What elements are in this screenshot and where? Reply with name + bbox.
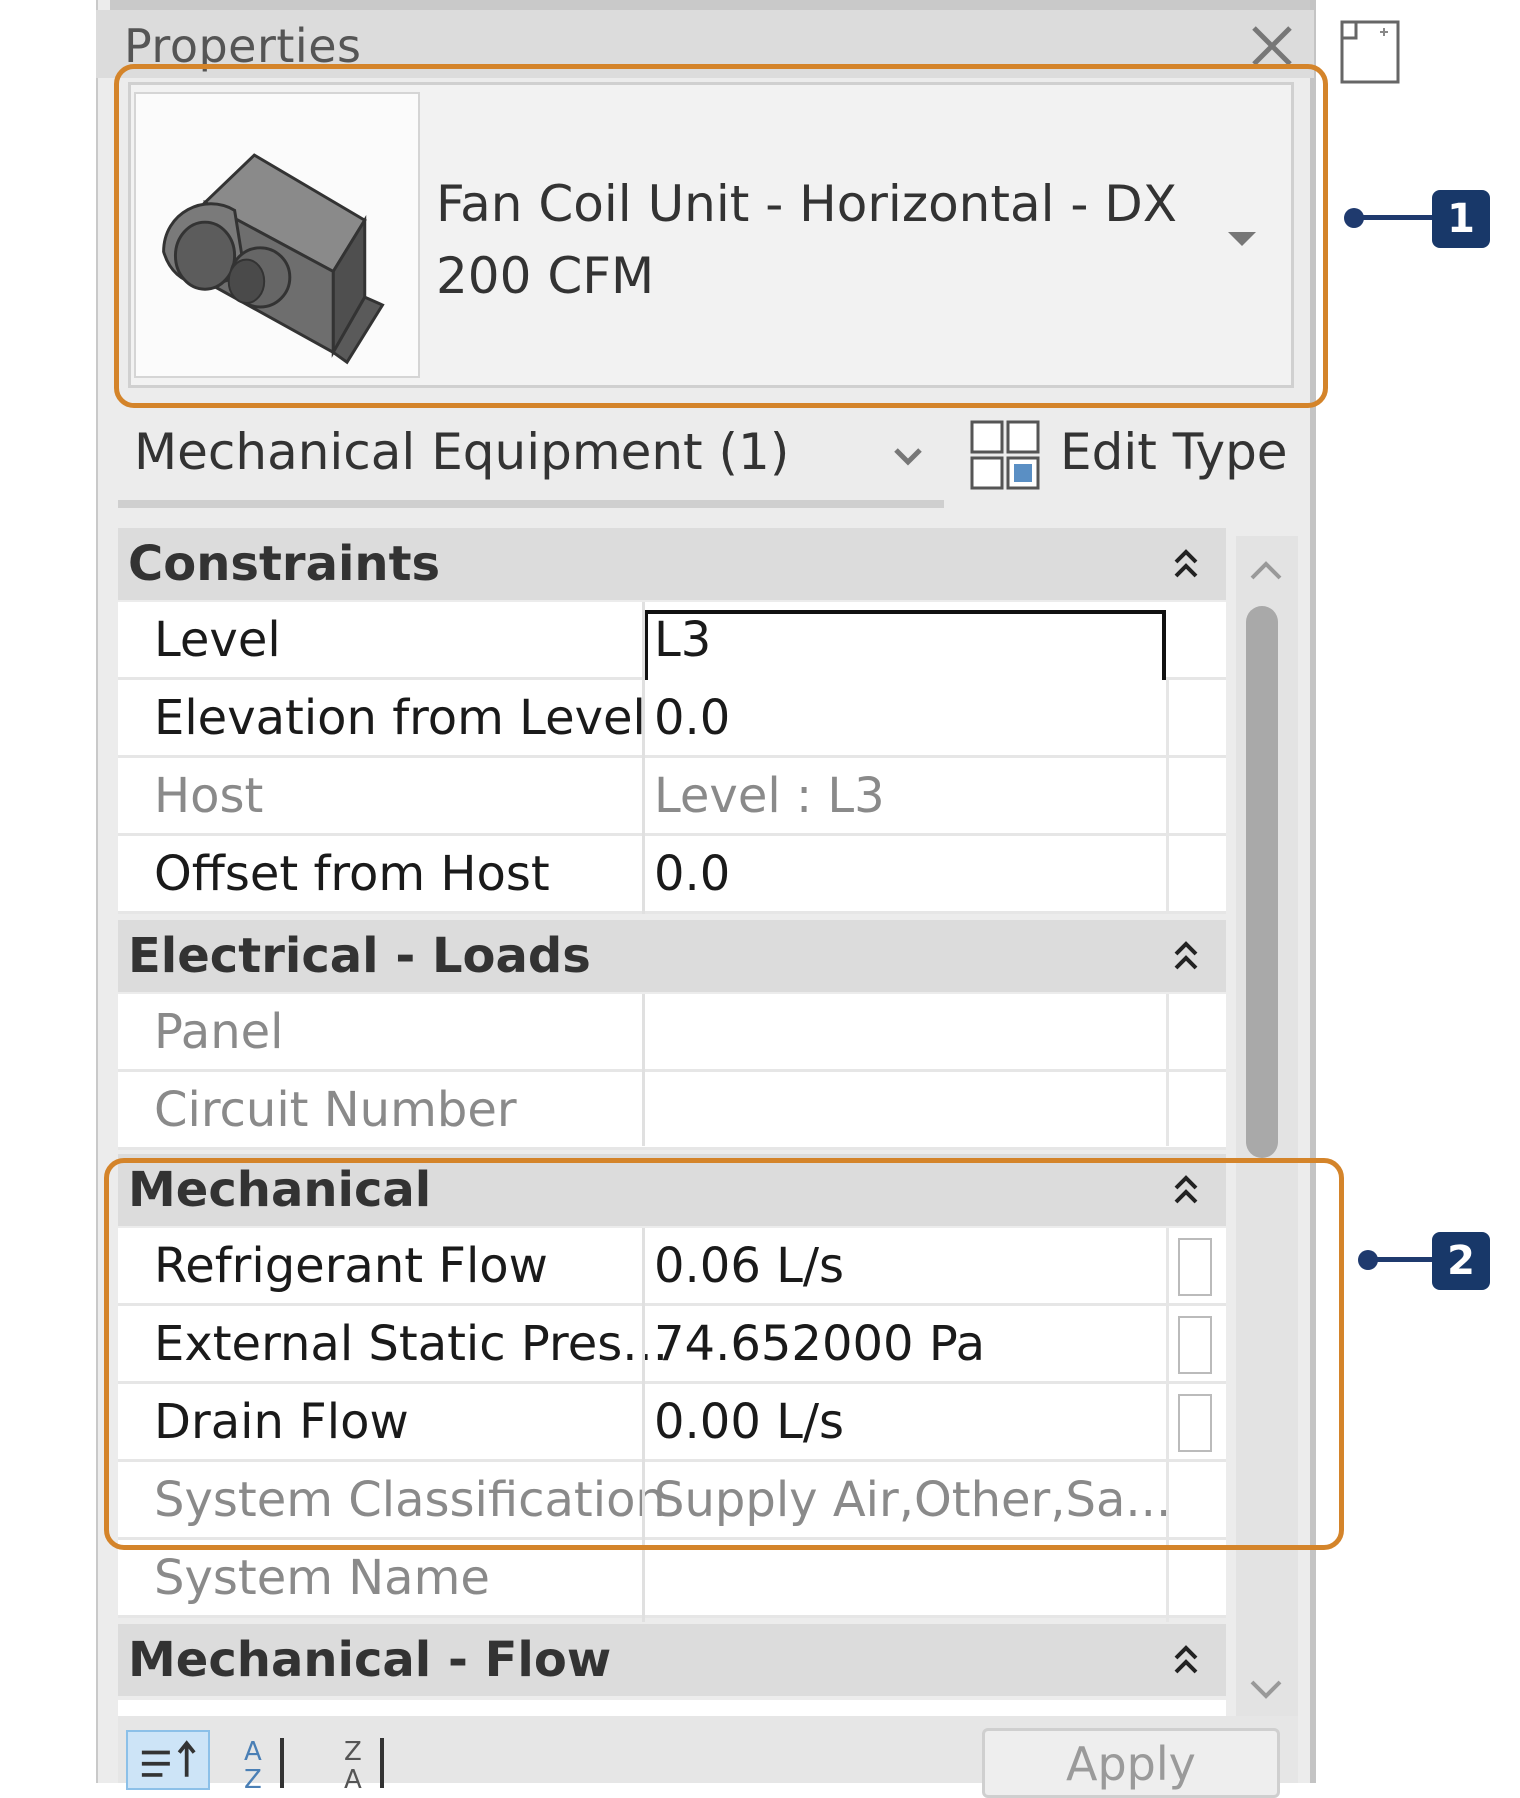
column-divider bbox=[1166, 680, 1169, 914]
property-row bbox=[118, 994, 1226, 1072]
collapse-group-icon[interactable] bbox=[1166, 544, 1206, 584]
apply-label: Apply bbox=[1066, 1737, 1196, 1791]
edit-type-icon bbox=[968, 418, 1042, 492]
sort-a-to-z-icon[interactable]: AZ bbox=[236, 1730, 306, 1795]
group-label: Constraints bbox=[128, 536, 441, 592]
category-filter[interactable]: Mechanical Equipment (1) bbox=[134, 420, 789, 484]
property-value[interactable]: 0.0 bbox=[654, 836, 730, 912]
annotation-badge-1: 1 bbox=[1432, 190, 1490, 248]
property-name: Offset from Host bbox=[154, 846, 550, 902]
property-name: Panel bbox=[154, 1004, 284, 1060]
column-divider bbox=[642, 602, 645, 914]
group-label: Mechanical - Flow bbox=[128, 1632, 612, 1688]
property-name: System Name bbox=[154, 1550, 490, 1606]
collapse-group-icon[interactable] bbox=[1166, 1640, 1206, 1680]
chevron-down-icon[interactable] bbox=[888, 436, 928, 476]
scroll-up-icon[interactable] bbox=[1244, 548, 1288, 592]
level-value-field[interactable] bbox=[644, 610, 1166, 684]
scrollbar-thumb[interactable] bbox=[1246, 606, 1278, 1158]
sort-by-group-icon[interactable] bbox=[126, 1730, 210, 1790]
annotation-box-1 bbox=[114, 64, 1328, 408]
svg-text:A: A bbox=[244, 1737, 262, 1767]
property-value: L3 bbox=[654, 612, 712, 668]
filter-underline bbox=[118, 500, 944, 508]
project-browser-icon[interactable] bbox=[1336, 18, 1400, 86]
svg-text:Z: Z bbox=[244, 1765, 262, 1790]
property-name: Elevation from Level bbox=[154, 690, 646, 746]
group-label: Electrical - Loads bbox=[128, 928, 591, 984]
property-name: Host bbox=[154, 768, 264, 824]
annotation-badge-2: 2 bbox=[1432, 1232, 1490, 1290]
sort-z-to-a-icon[interactable]: ZA bbox=[336, 1730, 406, 1795]
property-value[interactable]: 0.0 bbox=[654, 680, 730, 756]
annotation-leader-1 bbox=[1356, 215, 1436, 220]
property-row bbox=[118, 1700, 1226, 1716]
property-name: Level bbox=[154, 612, 281, 668]
svg-text:Z: Z bbox=[344, 1737, 362, 1767]
column-divider bbox=[642, 994, 645, 1146]
svg-text:A: A bbox=[344, 1765, 362, 1790]
collapse-group-icon[interactable] bbox=[1166, 936, 1206, 976]
edit-type-label: Edit Type bbox=[1060, 423, 1288, 481]
column-divider bbox=[1166, 994, 1169, 1146]
scroll-down-icon[interactable] bbox=[1244, 1668, 1288, 1712]
annotation-leader-2 bbox=[1370, 1257, 1436, 1262]
panel-top-strip bbox=[110, 0, 1310, 10]
property-value: Level : L3 bbox=[654, 768, 885, 824]
property-name: Circuit Number bbox=[154, 1082, 517, 1138]
annotation-box-2 bbox=[104, 1158, 1344, 1550]
